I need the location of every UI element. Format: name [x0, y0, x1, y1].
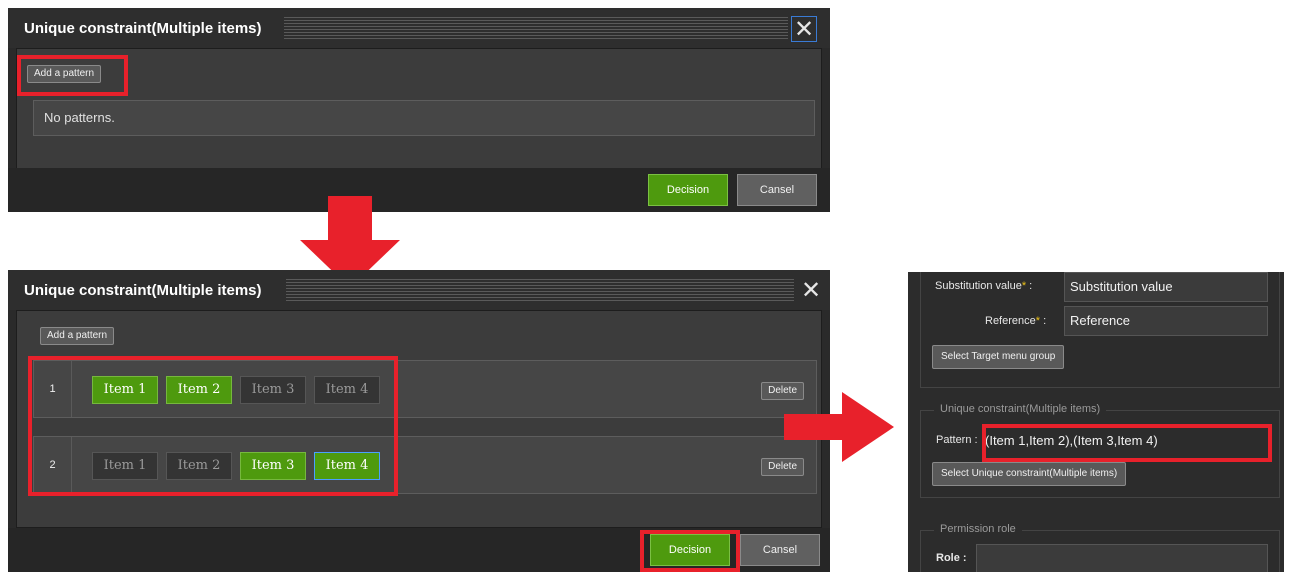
- cancel-button[interactable]: Cansel: [740, 534, 820, 566]
- pattern-field[interactable]: (Item 1,Item 2),(Item 3,Item 4): [980, 427, 1268, 457]
- label-suffix: :: [1026, 280, 1033, 292]
- add-pattern-button[interactable]: Add a pattern: [27, 65, 102, 83]
- select-target-menu-group-button[interactable]: Select Target menu group: [932, 345, 1065, 369]
- no-patterns-message: No patterns.: [33, 100, 815, 136]
- role-field[interactable]: [976, 544, 1268, 572]
- reference-label-text: Reference: [985, 315, 1036, 327]
- cancel-button[interactable]: Cansel: [737, 174, 817, 206]
- dialog-footer: Decision Cansel: [8, 528, 830, 572]
- dialog-title: Unique constraint(Multiple items): [24, 282, 262, 299]
- pattern-number: 1: [34, 361, 72, 417]
- add-pattern-button[interactable]: Add a pattern: [40, 327, 115, 345]
- item-chip[interactable]: Item 2: [166, 376, 232, 404]
- dialog-body: Add a pattern 1 Item 1 Item 2 Item 3 Ite…: [16, 310, 822, 528]
- pattern-row: 2 Item 1 Item 2 Item 3 Item 4 Delete: [33, 436, 817, 494]
- substitution-value-field[interactable]: Substitution value: [1064, 272, 1268, 302]
- dialog-body: Add a pattern No patterns.: [16, 48, 822, 176]
- dialog-header: Unique constraint(Multiple items) ✕: [8, 270, 830, 310]
- unique-constraint-dialog-before: Unique constraint(Multiple items) ✕ Add …: [8, 8, 830, 212]
- item-chip[interactable]: Item 2: [166, 452, 232, 480]
- item-chip[interactable]: Item 4: [314, 452, 380, 480]
- right-arrow: [784, 392, 894, 462]
- unique-constraint-legend: Unique constraint(Multiple items): [934, 403, 1107, 415]
- header-stripes: [286, 279, 794, 301]
- right-arrow-shape: [784, 392, 894, 462]
- close-icon[interactable]: ✕: [798, 278, 824, 304]
- pattern-row: 1 Item 1 Item 2 Item 3 Item 4 Delete: [33, 360, 817, 418]
- reference-field[interactable]: Reference: [1064, 306, 1268, 336]
- item-chip[interactable]: Item 3: [240, 376, 306, 404]
- item-chip[interactable]: Item 1: [92, 452, 158, 480]
- decision-button[interactable]: Decision: [650, 534, 730, 566]
- unique-constraint-dialog-after: Unique constraint(Multiple items) ✕ Add …: [8, 270, 830, 572]
- dialog-footer: Decision Cansel: [8, 168, 830, 212]
- header-stripes: [284, 17, 788, 39]
- dialog-header: Unique constraint(Multiple items) ✕: [8, 8, 830, 48]
- select-unique-constraint-button[interactable]: Select Unique constraint(Multiple items): [932, 462, 1127, 486]
- close-icon[interactable]: ✕: [791, 16, 817, 43]
- role-label: Role :: [936, 552, 967, 564]
- permission-role-legend: Permission role: [934, 523, 1022, 535]
- item-chip[interactable]: Item 4: [314, 376, 380, 404]
- item-chip[interactable]: Item 3: [240, 452, 306, 480]
- substitution-value-label-text: Substitution value: [935, 280, 1022, 292]
- item-chip[interactable]: Item 1: [92, 376, 158, 404]
- substitution-value-label: Substitution value* :: [935, 280, 1032, 292]
- label-suffix: :: [1040, 315, 1047, 327]
- form-panel: Substitution value* : Substitution value…: [908, 272, 1284, 572]
- pattern-number: 2: [34, 437, 72, 493]
- decision-button[interactable]: Decision: [648, 174, 728, 206]
- dialog-title: Unique constraint(Multiple items): [24, 20, 262, 37]
- reference-label: Reference* :: [985, 315, 1046, 327]
- pattern-label: Pattern :: [936, 434, 978, 446]
